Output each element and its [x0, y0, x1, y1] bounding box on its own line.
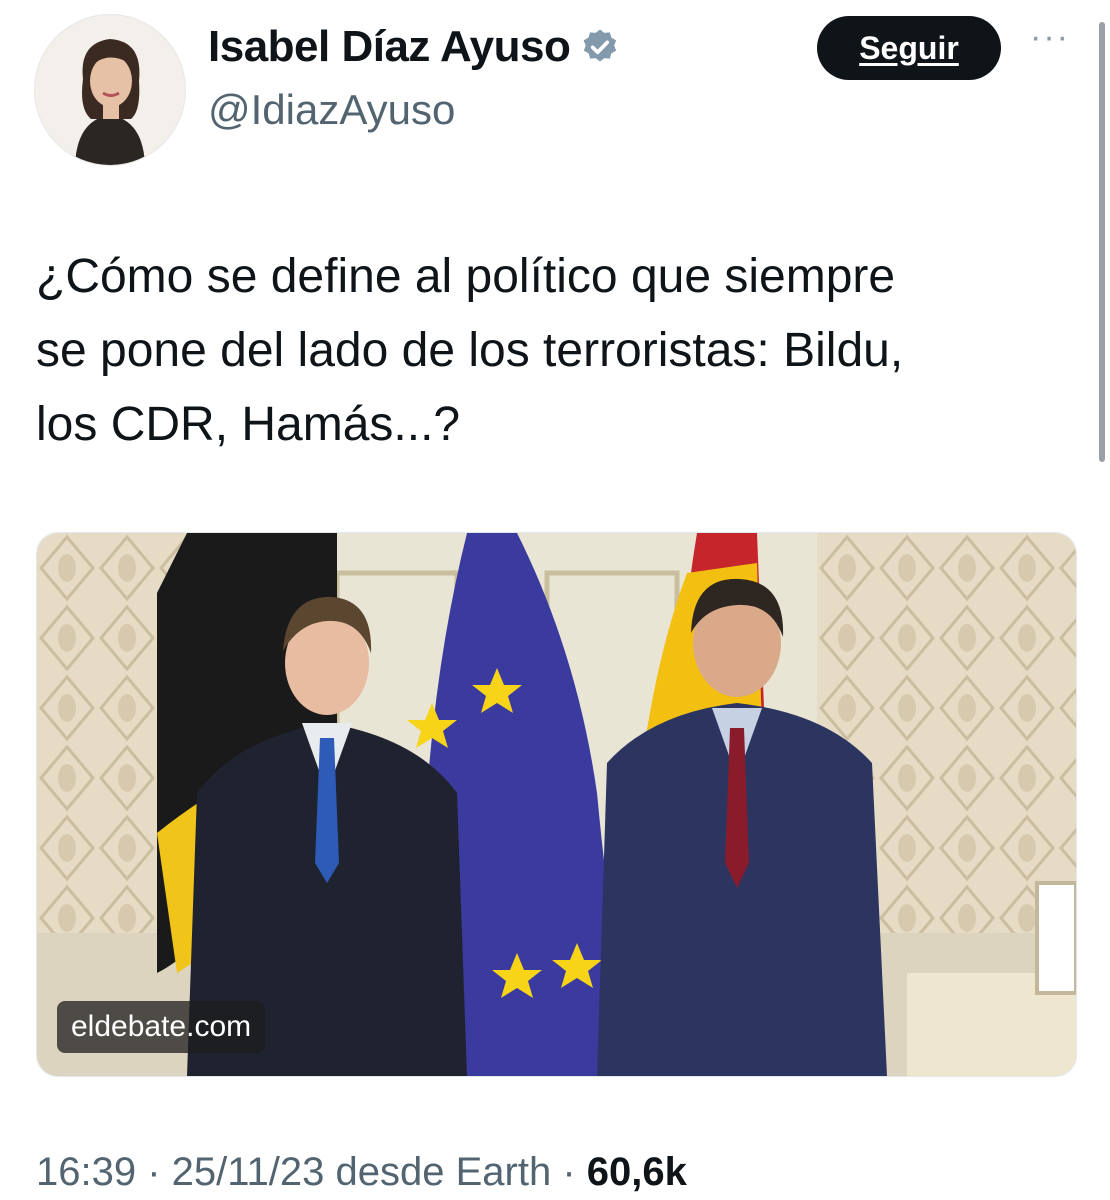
- author-avatar[interactable]: [34, 14, 186, 166]
- tweet-time[interactable]: 16:39: [36, 1150, 136, 1194]
- verified-badge-icon[interactable]: [580, 27, 620, 67]
- meta-separator: ·: [551, 1150, 587, 1194]
- author-name-row: Isabel Díaz Ayuso: [208, 22, 620, 72]
- tweet-date[interactable]: 25/11/23: [172, 1150, 325, 1194]
- more-options-icon[interactable]: ···: [1030, 18, 1070, 57]
- media-photo: [37, 533, 1076, 1076]
- media-source-label[interactable]: eldebate.com: [57, 1001, 266, 1053]
- tweet-meta: 16:39 · 25/11/23 desde Earth · 60,6k: [36, 1150, 687, 1195]
- author-handle[interactable]: @IdiazAyuso: [208, 86, 455, 134]
- avatar-image: [35, 15, 185, 165]
- tweet-source: desde Earth: [324, 1150, 552, 1194]
- author-name[interactable]: Isabel Díaz Ayuso: [208, 22, 571, 72]
- view-count[interactable]: 60,6k: [587, 1150, 687, 1194]
- follow-button[interactable]: Seguir: [817, 16, 1001, 80]
- tweet-text: ¿Cómo se define al político que siempre …: [36, 250, 904, 451]
- tweet-media[interactable]: [36, 532, 1077, 1077]
- scrollbar[interactable]: [1099, 22, 1105, 462]
- meta-separator: ·: [136, 1150, 172, 1194]
